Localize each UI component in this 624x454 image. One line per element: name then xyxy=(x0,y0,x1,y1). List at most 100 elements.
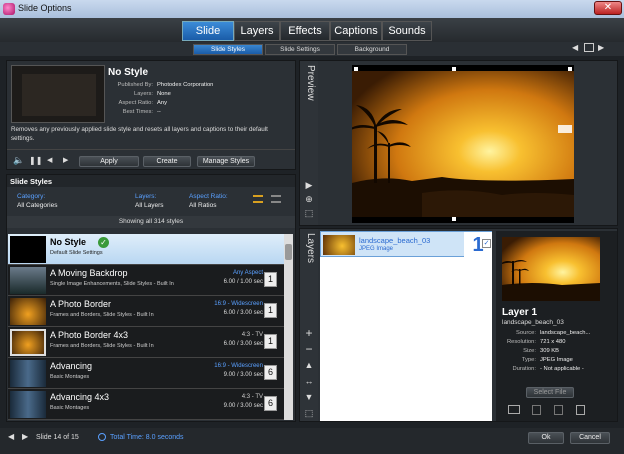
list-view-icon[interactable] xyxy=(253,195,263,203)
category-label: Category: xyxy=(17,193,46,200)
style-thumbnail xyxy=(10,391,46,418)
list-item[interactable]: Advancing Basic Montages 16:9 - Widescre… xyxy=(8,358,293,389)
style-preview-thumbnail xyxy=(11,65,105,123)
style-thumbnail xyxy=(10,360,46,387)
style-info-panel: No Style Published By: Photodex Corporat… xyxy=(6,60,296,170)
subtab-background[interactable]: Background xyxy=(337,44,407,55)
slides-grid-icon[interactable] xyxy=(584,43,594,52)
style-item-layer-count: 6 xyxy=(264,365,277,380)
aspect-ratio-value: Any xyxy=(157,100,167,106)
style-item-sub: Default Slide Settings xyxy=(50,250,103,256)
total-time: Total Time: 8.0 seconds xyxy=(110,434,184,441)
style-name: No Style xyxy=(108,67,149,78)
subtab-slide-settings[interactable]: Slide Settings xyxy=(265,44,335,55)
preview-image[interactable] xyxy=(352,65,574,223)
style-item-sub: Basic Montages xyxy=(50,405,90,411)
style-item-duration: 9.00 / 3.00 sec xyxy=(223,372,263,378)
style-item-sub: Frames and Borders, Slide Styles - Built… xyxy=(50,343,154,349)
preview-panel: Preview ▶ ⊕ ⬚ xyxy=(299,60,618,226)
style-item-name: Advancing xyxy=(50,361,93,371)
next-slide-icon[interactable]: ▶ xyxy=(22,432,28,441)
layer-visible-checkbox[interactable]: ✓ xyxy=(482,239,491,248)
slide-counter: Slide 14 of 15 xyxy=(36,434,79,441)
apply-button[interactable]: Apply xyxy=(79,156,139,167)
divider xyxy=(7,149,295,150)
layers-filter-label: Layers: xyxy=(135,193,157,200)
styles-scrollbar[interactable] xyxy=(284,234,293,420)
edit-layer-icon[interactable] xyxy=(508,405,520,414)
source-label: Source: xyxy=(516,330,536,336)
preview-sidebar: Preview ▶ ⊕ ⬚ xyxy=(300,61,318,225)
list-item[interactable]: A Photo Border 4x3 Frames and Borders, S… xyxy=(8,327,293,358)
size-label: Size: xyxy=(523,348,536,354)
play-icon[interactable]: ▶ xyxy=(302,179,316,191)
style-item-duration: 9.00 / 3.00 sec xyxy=(223,403,263,409)
zoom-icon[interactable]: ⊕ xyxy=(302,193,316,205)
next-icon[interactable]: ▶ xyxy=(63,156,68,164)
tab-layers[interactable]: Layers xyxy=(234,21,280,41)
style-item-sub: Frames and Borders, Slide Styles - Built… xyxy=(50,312,154,318)
ok-button[interactable]: Ok xyxy=(528,432,564,444)
swap-icon[interactable]: ↔ xyxy=(302,375,316,387)
tab-captions[interactable]: Captions xyxy=(330,21,382,41)
style-item-name: No Style xyxy=(50,237,87,247)
layer-item-type: JPEG Image xyxy=(359,246,394,252)
layer-list-item[interactable]: landscape_beach_03 JPEG Image 1 xyxy=(320,231,492,258)
aspect-filter-label: Aspect Ratio: xyxy=(189,193,228,200)
move-up-icon[interactable]: ▲ xyxy=(302,359,316,371)
resolution-label: Resolution: xyxy=(506,339,536,345)
tab-slide[interactable]: Slide xyxy=(182,21,234,41)
layers-filter-select[interactable]: All Layers xyxy=(135,202,164,209)
prev-slide-icon[interactable]: ◀ xyxy=(8,432,14,441)
manage-styles-button[interactable]: Manage Styles xyxy=(197,156,255,167)
layer-options-icon[interactable] xyxy=(576,405,585,415)
layer-detail-image xyxy=(502,237,600,301)
detail-view-icon[interactable] xyxy=(271,195,281,203)
layer-settings-icon[interactable]: ⬚ xyxy=(302,407,316,419)
create-button[interactable]: Create xyxy=(143,156,191,167)
pause-icon[interactable]: ❚❚ xyxy=(29,156,42,165)
main-tab-bar: Slide Layers Effects Captions Sounds xyxy=(0,18,624,42)
slide-styles-title: Slide Styles xyxy=(10,177,53,186)
tab-sounds[interactable]: Sounds xyxy=(382,21,432,41)
style-item-aspect: 4:3 - TV xyxy=(241,394,263,400)
list-item[interactable]: A Photo Border Frames and Borders, Slide… xyxy=(8,296,293,327)
speaker-icon[interactable]: 🔈 xyxy=(13,155,24,166)
best-times-label: Best Times: xyxy=(122,109,153,115)
style-item-name: Advancing 4x3 xyxy=(50,392,110,402)
list-item[interactable]: Advancing 4x3 Basic Montages 4:3 - TV 9.… xyxy=(8,389,293,420)
layer-item-name: landscape_beach_03 xyxy=(359,236,431,245)
scrollbar-thumb[interactable] xyxy=(285,244,292,260)
list-item[interactable]: No Style ✓ Default Slide Settings xyxy=(8,234,293,265)
published-by-link[interactable]: Photodex Corporation xyxy=(157,82,213,88)
style-item-layer-count: 1 xyxy=(264,334,277,349)
category-select[interactable]: All Categories xyxy=(17,202,57,209)
fit-icon[interactable]: ⬚ xyxy=(302,207,316,219)
style-description: Removes any previously applied slide sty… xyxy=(11,126,268,142)
layer-details: Layer 1 landscape_beach_03 Source: lands… xyxy=(496,231,617,421)
subtab-slide-styles[interactable]: Slide Styles xyxy=(193,44,263,55)
duration-label: Duration: xyxy=(512,366,536,372)
best-times-value: -- xyxy=(157,109,161,115)
published-by-label: Published By: xyxy=(117,82,153,88)
remove-layer-icon[interactable]: − xyxy=(302,343,316,355)
paste-layer-icon[interactable] xyxy=(554,405,563,415)
select-file-button[interactable]: Select File xyxy=(526,387,574,398)
prev-arrow-icon[interactable]: ◀ xyxy=(572,43,578,52)
next-arrow-icon[interactable]: ▶ xyxy=(598,43,604,52)
style-item-duration: 6.00 / 1.00 sec xyxy=(223,279,263,285)
copy-layer-icon[interactable] xyxy=(532,405,541,415)
cancel-button[interactable]: Cancel xyxy=(570,432,610,444)
style-thumbnail xyxy=(10,236,46,263)
close-button[interactable]: ✕ xyxy=(594,1,622,15)
style-item-sub: Single Image Enhancements, Slide Styles … xyxy=(50,281,174,287)
move-down-icon[interactable]: ▼ xyxy=(302,391,316,403)
type-label: Type: xyxy=(521,357,536,363)
title-bar: Slide Options ✕ xyxy=(0,0,624,18)
resolution-value: 721 x 480 xyxy=(540,339,566,345)
previous-icon[interactable]: ◀ xyxy=(47,156,52,164)
aspect-filter-select[interactable]: All Ratios xyxy=(189,202,216,209)
add-layer-icon[interactable]: + xyxy=(302,327,316,339)
list-item[interactable]: A Moving Backdrop Single Image Enhanceme… xyxy=(8,265,293,296)
tab-effects[interactable]: Effects xyxy=(280,21,330,41)
